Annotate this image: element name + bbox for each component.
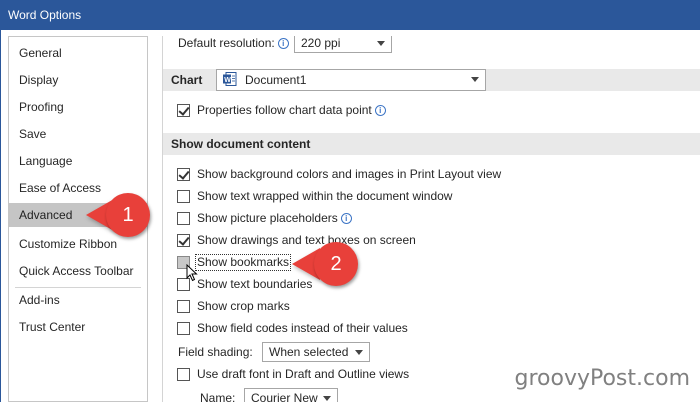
field-shading-value: When selected (269, 345, 349, 359)
show-field-codes-label[interactable]: Show field codes instead of their values (197, 318, 408, 338)
mouse-pointer-icon (186, 264, 198, 282)
sidebar-item-add-ins[interactable]: Add-ins (9, 288, 147, 312)
field-shading-dropdown[interactable]: When selected (262, 342, 370, 362)
show-drawings-label[interactable]: Show drawings and text boxes on screen (197, 230, 416, 250)
show-bookmarks-label[interactable]: Show bookmarks (197, 252, 289, 272)
default-resolution-value: 220 ppi (301, 36, 341, 50)
properties-follow-checkbox[interactable] (177, 104, 190, 117)
show-picture-placeholders-label[interactable]: Show picture placeholders i (197, 208, 352, 228)
draft-font-label[interactable]: Use draft font in Draft and Outline view… (197, 364, 409, 384)
show-crop-marks-checkbox[interactable] (177, 300, 190, 313)
draft-font-checkbox[interactable] (177, 368, 190, 381)
default-resolution-label: Default resolution: (178, 36, 275, 50)
callout-badge: 2 (314, 242, 358, 286)
name-label: Name: (200, 391, 236, 402)
show-text-wrapped-label[interactable]: Show text wrapped within the document wi… (197, 186, 452, 206)
sidebar-item-general[interactable]: General (9, 41, 147, 65)
show-field-codes-checkbox[interactable] (177, 322, 190, 335)
sidebar-item-display[interactable]: Display (9, 68, 147, 92)
show-picture-placeholders-text: Show picture placeholders (197, 211, 338, 225)
info-icon: i (374, 105, 386, 116)
chart-document-value: Document1 (245, 73, 307, 87)
draft-font-name-value: Courier New (251, 391, 318, 402)
watermark: groovyPost.com (514, 366, 691, 391)
info-icon: i (277, 38, 289, 49)
show-document-content-header: Show document content (163, 133, 700, 155)
sidebar-item-language[interactable]: Language (9, 149, 147, 173)
field-shading-label: Field shading: (178, 345, 253, 359)
chevron-down-icon (377, 41, 385, 46)
properties-follow-text: Properties follow chart data point (197, 103, 372, 117)
title-bar: Word Options (0, 0, 700, 30)
word-document-icon: W (223, 72, 237, 86)
info-icon: i (340, 213, 352, 224)
advanced-options-panel: Default resolution: i 220 ppi Chart W Doc… (150, 36, 700, 402)
svg-text:W: W (224, 77, 231, 84)
show-crop-marks-label[interactable]: Show crop marks (197, 296, 290, 316)
callout-badge: 1 (106, 193, 150, 237)
show-text-wrapped-checkbox[interactable] (177, 190, 190, 203)
sidebar-item-proofing[interactable]: Proofing (9, 95, 147, 119)
chart-document-dropdown[interactable]: W Document1 (216, 69, 486, 91)
properties-follow-label[interactable]: Properties follow chart data point i (197, 100, 386, 120)
sidebar-item-trust-center[interactable]: Trust Center (9, 315, 147, 339)
show-document-content-heading: Show document content (171, 137, 311, 151)
sidebar-item-save[interactable]: Save (9, 122, 147, 146)
sidebar-item-quick-access-toolbar[interactable]: Quick Access Toolbar (9, 259, 147, 283)
default-resolution-dropdown[interactable]: 220 ppi (294, 36, 392, 53)
show-drawings-checkbox[interactable] (177, 234, 190, 247)
chevron-down-icon (355, 350, 363, 355)
window-title: Word Options (8, 8, 82, 22)
show-background-colors-label[interactable]: Show background colors and images in Pri… (197, 164, 501, 184)
chevron-down-icon (471, 77, 479, 82)
draft-font-name-dropdown[interactable]: Courier New (244, 388, 338, 402)
show-picture-placeholders-checkbox[interactable] (177, 212, 190, 225)
show-background-colors-checkbox[interactable] (177, 168, 190, 181)
chevron-down-icon (323, 396, 331, 401)
chart-section-label: Chart (171, 73, 203, 87)
default-resolution-row: Default resolution: i (178, 36, 289, 53)
